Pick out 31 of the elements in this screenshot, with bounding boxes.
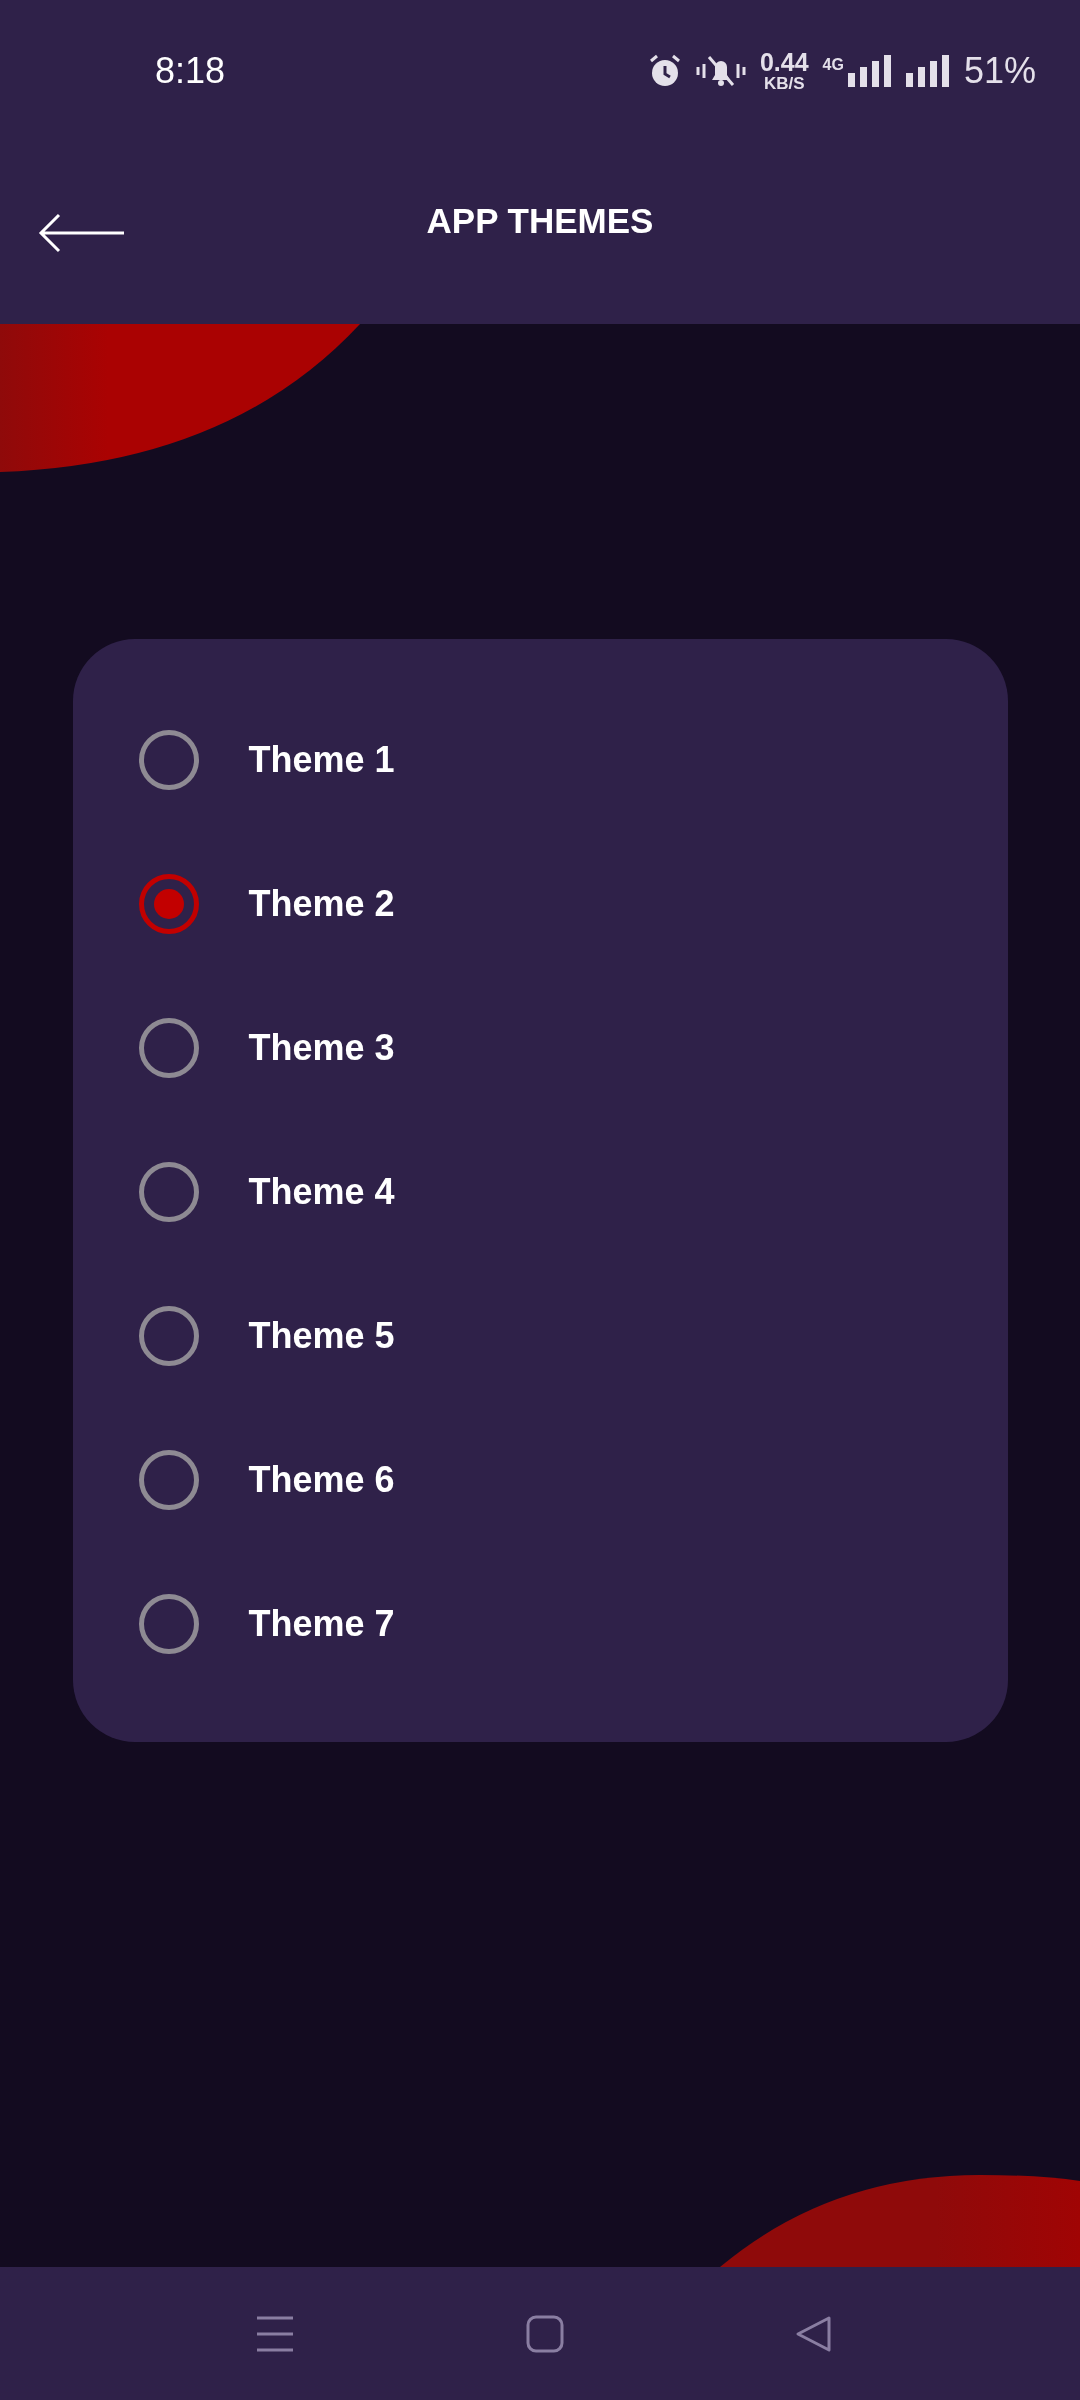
radio-button[interactable]: [138, 874, 199, 934]
alarm-icon: [647, 54, 682, 88]
menu-button[interactable]: [256, 2314, 294, 2353]
theme-option[interactable]: Theme 1: [72, 688, 1008, 832]
radio-button[interactable]: [138, 1594, 199, 1654]
theme-option[interactable]: Theme 5: [72, 1264, 1008, 1408]
muted-bell-icon: [695, 54, 746, 88]
triangle-back-icon: [795, 2314, 833, 2353]
theme-option[interactable]: Theme 7: [72, 1552, 1008, 1696]
home-button[interactable]: [525, 2314, 564, 2353]
status-time: 8:18: [155, 50, 226, 92]
radio-button[interactable]: [138, 1306, 199, 1366]
theme-option[interactable]: Theme 3: [72, 976, 1008, 1120]
theme-option[interactable]: Theme 2: [72, 832, 1008, 976]
signal-icon: [905, 55, 950, 87]
theme-option[interactable]: Theme 4: [72, 1120, 1008, 1264]
theme-option[interactable]: Theme 6: [72, 1408, 1008, 1552]
back-arrow-icon: [38, 213, 126, 253]
radio-button[interactable]: [138, 1162, 199, 1222]
radio-button[interactable]: [138, 1018, 199, 1078]
network-type: 4G: [822, 56, 844, 74]
radio-button[interactable]: [138, 1450, 199, 1510]
screen-title: APP THEMES: [426, 201, 654, 241]
radio-button[interactable]: [138, 730, 199, 790]
back-nav-button[interactable]: [795, 2314, 833, 2353]
battery-level: 51%: [963, 50, 1036, 92]
signal-icon: [847, 55, 892, 87]
speed-unit: KB/S: [763, 75, 805, 92]
menu-icon: [256, 2314, 294, 2353]
network-speed: 0.44: [759, 50, 809, 75]
square-icon: [525, 2314, 564, 2353]
